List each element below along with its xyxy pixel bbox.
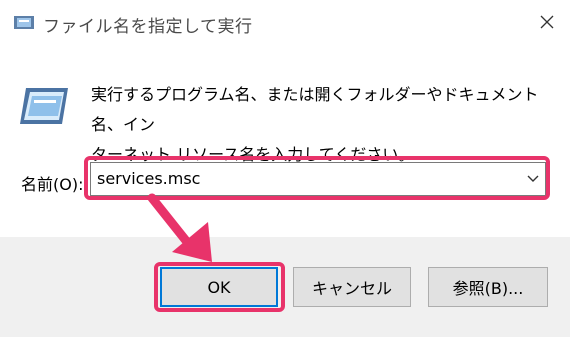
browse-button[interactable]: 参照(B)... <box>428 267 548 307</box>
run-dialog-icon <box>20 88 68 124</box>
run-app-icon <box>14 16 34 29</box>
cancel-button[interactable]: キャンセル <box>293 267 411 307</box>
close-icon <box>540 15 554 29</box>
window-title: ファイル名を指定して実行 <box>43 17 253 37</box>
dialog-description: 実行するプログラム名、または開くフォルダーやドキュメント名、イン ターネット リ… <box>91 85 539 164</box>
open-field-label: 名前(O): <box>21 175 84 194</box>
close-button[interactable] <box>524 0 570 44</box>
open-combobox[interactable]: services.msc <box>90 162 546 196</box>
ok-button[interactable]: OK <box>160 267 278 307</box>
title-bar: ファイル名を指定して実行 <box>0 0 570 44</box>
chevron-down-icon[interactable] <box>525 171 541 187</box>
open-input[interactable]: services.msc <box>97 169 200 188</box>
